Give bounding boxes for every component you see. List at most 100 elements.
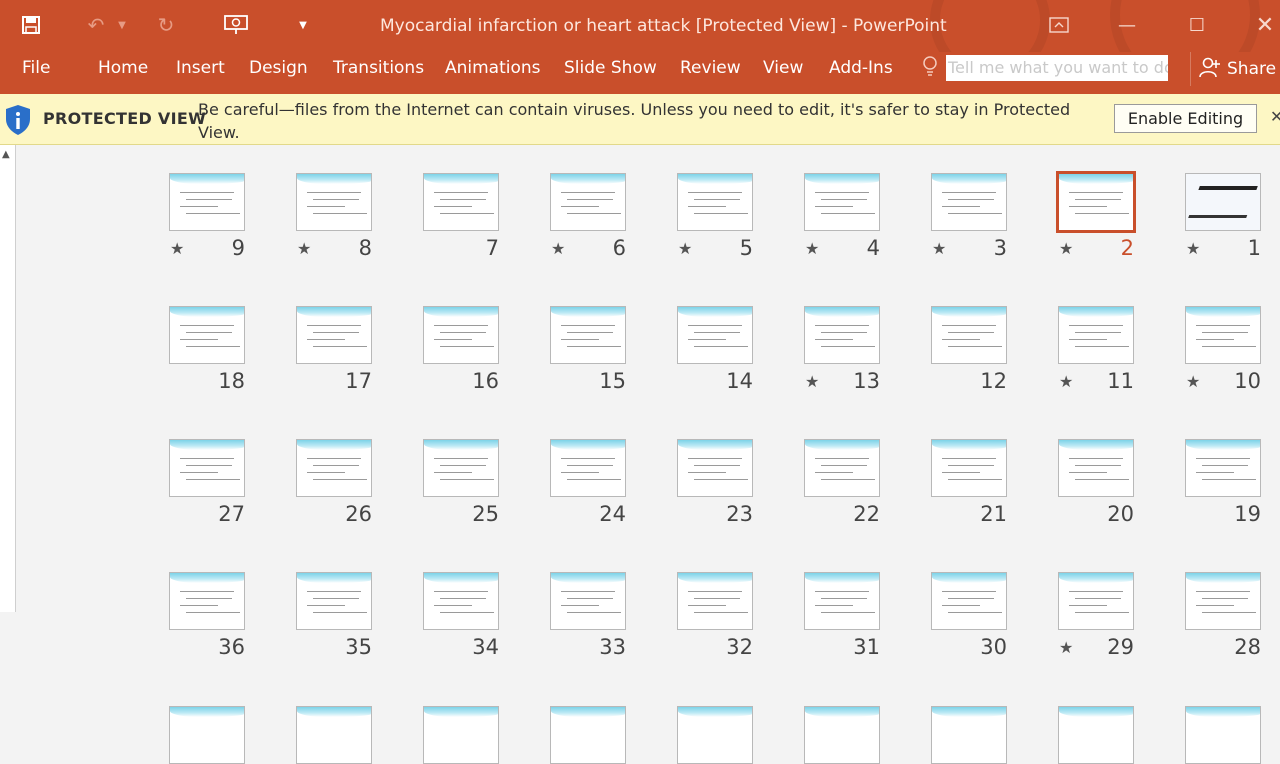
slide-thumbnail[interactable] [1058,306,1134,364]
slide-thumbnail[interactable] [1058,706,1134,764]
slide-thumbnail[interactable] [296,173,372,231]
slide-thumbnail[interactable] [804,439,880,497]
slide-header-wave [932,307,1006,317]
slide-number: 3 [993,236,1007,260]
customize-qat-icon[interactable]: ▼ [292,10,314,40]
slide-text-line [688,206,726,207]
ribbon-display-options-icon[interactable] [1036,8,1082,42]
redo-icon[interactable]: ↻ [152,10,180,40]
slide-thumbnail[interactable] [169,306,245,364]
slide-thumbnail[interactable] [1058,572,1134,630]
calligraphy-image [1188,186,1258,218]
slide-thumbnail[interactable] [1056,171,1136,233]
slide-text-line [440,346,494,347]
slide-thumbnail[interactable] [423,572,499,630]
scroll-up-icon[interactable]: ▲ [2,149,10,160]
slide-thumbnail[interactable] [677,706,753,764]
tab-file[interactable]: File [22,58,50,78]
slide-thumbnail[interactable] [804,572,880,630]
slide-thumbnail[interactable] [1185,439,1261,497]
slide-thumbnail[interactable] [423,706,499,764]
close-icon[interactable]: ✕ [1242,8,1280,42]
tab-view[interactable]: View [763,58,803,78]
slide-text-line [688,591,742,592]
slide-thumbnail[interactable] [931,706,1007,764]
tell-me-search-input[interactable]: Tell me what you want to do [946,55,1168,81]
tab-slide-show[interactable]: Slide Show [564,58,657,78]
undo-icon[interactable]: ↶ [82,10,110,40]
slide-thumbnail[interactable] [1058,439,1134,497]
tab-design[interactable]: Design [249,58,308,78]
start-from-beginning-icon[interactable] [220,10,252,40]
slide-thumbnail[interactable] [931,572,1007,630]
tab-home[interactable]: Home [98,58,148,78]
minimize-icon[interactable]: — [1104,8,1150,42]
tab-add-ins[interactable]: Add-Ins [829,58,893,78]
slide-text-line [440,332,486,333]
slide-text-line [313,199,359,200]
slide-thumbnail[interactable] [169,439,245,497]
slide-thumbnail[interactable] [931,439,1007,497]
slide-thumbnail[interactable] [550,572,626,630]
slide-text-line [567,213,621,214]
close-message-bar-icon[interactable]: ✕ [1270,107,1280,126]
maximize-icon[interactable]: ☐ [1174,8,1220,42]
slide-thumbnail[interactable] [296,306,372,364]
slide-text-line [1196,605,1234,606]
slide-thumbnail[interactable] [550,173,626,231]
tab-transitions[interactable]: Transitions [333,58,424,78]
slide-thumbnail[interactable] [677,439,753,497]
slide-header-wave [424,573,498,583]
slide-text-line [815,192,869,193]
slide-thumbnail[interactable] [296,572,372,630]
slide-thumbnail[interactable] [169,572,245,630]
slide-text-line [1196,472,1234,473]
slide-text-line [307,192,361,193]
slide-number: 2 [1120,236,1134,260]
vertical-scrollbar[interactable]: ▲ [0,145,16,612]
slide-text-line [1075,346,1129,347]
slide-text-line [694,213,748,214]
slide-thumbnail[interactable] [169,173,245,231]
slide-sorter-grid: ★ 9 ★ 8 7 ★ 6 ★ 5 ★ 4 ★ 3 ★ 2 ★ 1 18 17 16 15 14 ★ 13 12 ★ 11 ★ 10 27… [16,145,1280,764]
slide-text-line [1196,325,1250,326]
slide-thumbnail[interactable] [804,306,880,364]
slide-text-line [313,479,367,480]
slide-thumbnail[interactable] [1185,706,1261,764]
slide-thumbnail[interactable] [1185,306,1261,364]
slide-thumbnail[interactable] [296,706,372,764]
slide-thumbnail[interactable] [931,173,1007,231]
slide-text-line [942,192,996,193]
animation-star-icon: ★ [805,372,820,391]
undo-dropdown-icon[interactable]: ▼ [114,10,130,40]
slide-text-line [1069,472,1107,473]
slide-thumbnail[interactable] [423,439,499,497]
slide-text-line [434,339,472,340]
slide-thumbnail[interactable] [931,306,1007,364]
slide-header-wave [1186,573,1260,583]
slide-thumbnail[interactable] [804,706,880,764]
tab-animations[interactable]: Animations [445,58,541,78]
tab-review[interactable]: Review [680,58,741,78]
save-icon[interactable] [16,10,46,40]
slide-text-line [440,213,494,214]
slide-thumbnail[interactable] [1185,173,1261,231]
slide-thumbnail[interactable] [423,173,499,231]
slide-thumbnail[interactable] [804,173,880,231]
slide-thumbnail[interactable] [677,306,753,364]
slide-thumbnail[interactable] [1185,572,1261,630]
slide-thumbnail[interactable] [550,306,626,364]
slide-thumbnail[interactable] [677,173,753,231]
slide-thumbnail[interactable] [423,306,499,364]
slide-text-line [948,465,994,466]
slide-text-line [815,206,853,207]
share-button[interactable]: Share [1190,52,1280,86]
tab-insert[interactable]: Insert [176,58,225,78]
slide-thumbnail[interactable] [550,706,626,764]
slide-thumbnail[interactable] [550,439,626,497]
slide-thumbnail[interactable] [169,706,245,764]
slide-thumbnail[interactable] [677,572,753,630]
enable-editing-button[interactable]: Enable Editing [1114,104,1257,133]
slide-thumbnail[interactable] [296,439,372,497]
animation-star-icon: ★ [551,239,566,258]
